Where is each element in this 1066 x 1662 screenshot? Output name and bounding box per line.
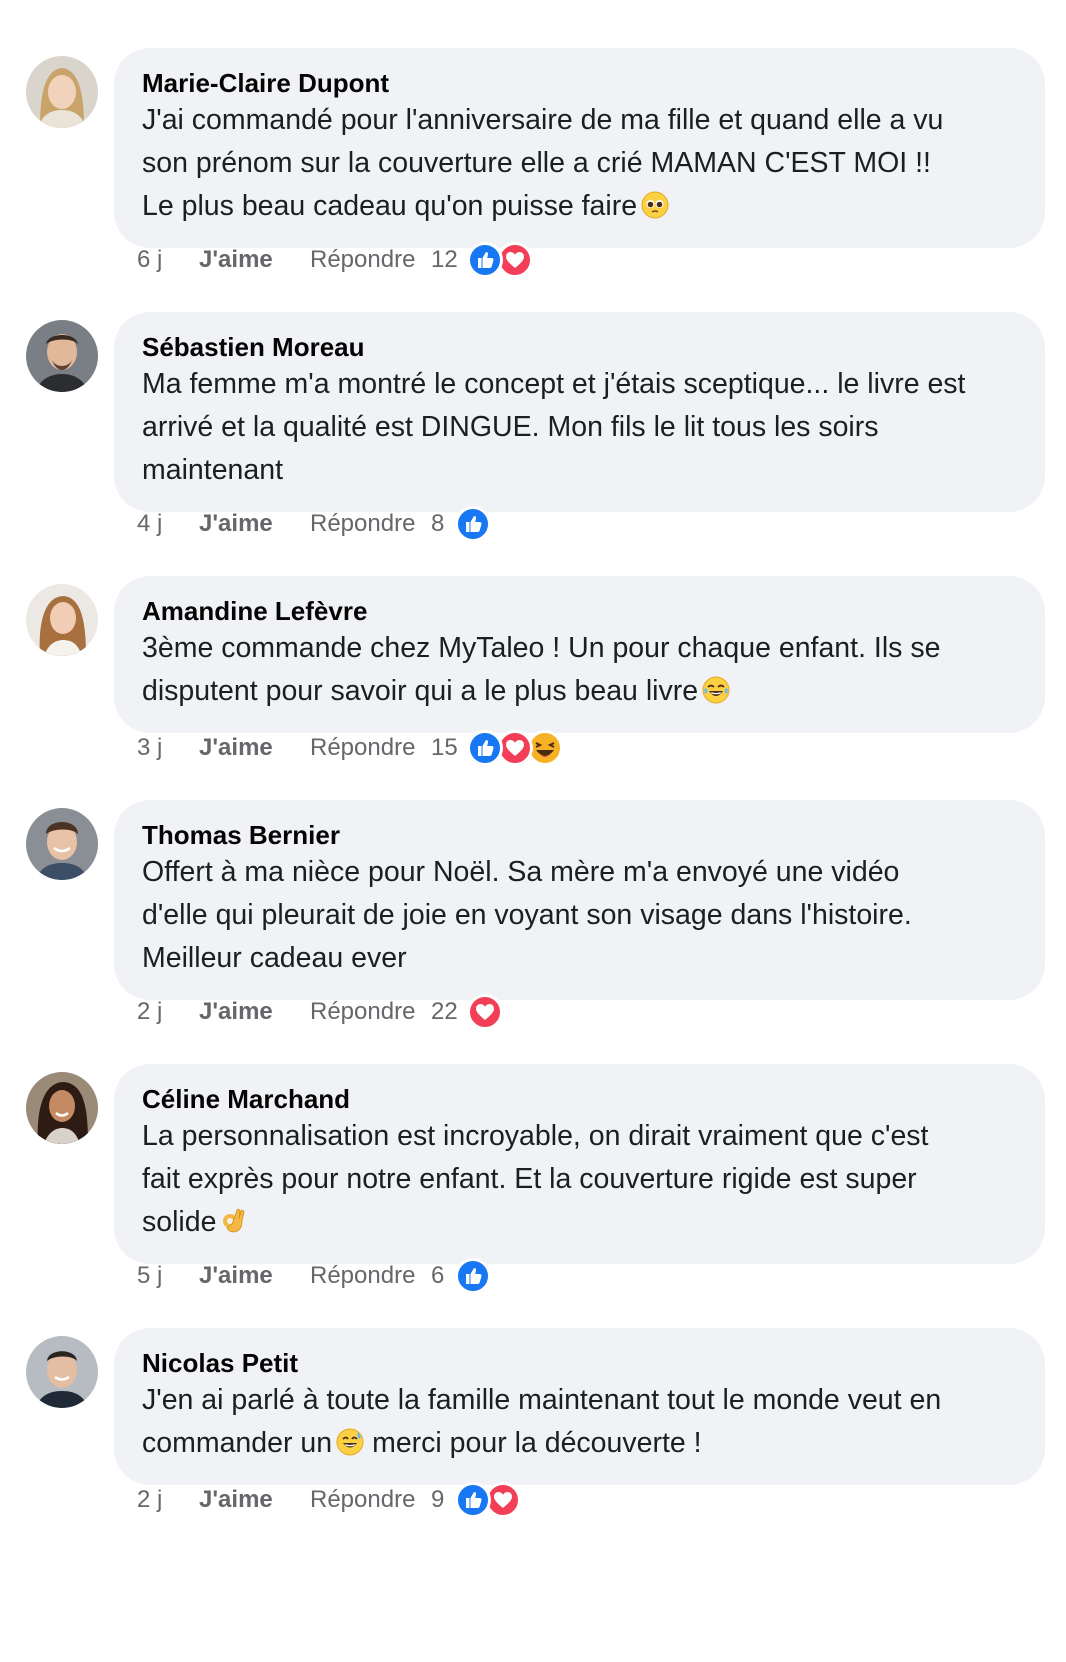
comment-bubble: Marie-Claire Dupont J'ai commandé pour l… bbox=[114, 48, 1045, 248]
avatar[interactable] bbox=[26, 1072, 98, 1144]
comment-line: son prénom sur la couverture elle a crié… bbox=[142, 147, 931, 179]
reaction-count[interactable]: 9 bbox=[431, 1482, 444, 1518]
avatar[interactable] bbox=[26, 56, 98, 128]
comment-time[interactable]: 2 j bbox=[137, 994, 162, 1030]
comment-line: disputent pour savoir qui a le plus beau… bbox=[142, 675, 699, 707]
like-reaction-icon bbox=[455, 506, 491, 542]
comment-bubble: Sébastien Moreau Ma femme m'a montré le … bbox=[114, 312, 1045, 512]
reaction-count[interactable]: 8 bbox=[431, 506, 444, 542]
reply-button[interactable]: Répondre bbox=[310, 730, 415, 766]
avatar-image bbox=[26, 808, 98, 880]
comment-line: 3ème commande chez MyTaleo ! Un pour cha… bbox=[142, 632, 941, 664]
comment-time[interactable]: 4 j bbox=[137, 506, 162, 542]
comment-bubble: Céline Marchand La personnalisation est … bbox=[114, 1064, 1045, 1264]
reply-button[interactable]: Répondre bbox=[310, 242, 415, 278]
comment-text: 3ème commande chez MyTaleo ! Un pour cha… bbox=[142, 627, 1017, 713]
comment-text: La personnalisation est incroyable, on d… bbox=[142, 1115, 1017, 1244]
avatar[interactable] bbox=[26, 808, 98, 880]
comment-line: d'elle qui pleurait de joie en voyant so… bbox=[142, 899, 912, 931]
laughing-tears-emoji bbox=[702, 674, 730, 704]
like-reaction-icon bbox=[467, 242, 503, 278]
ok-hand-emoji bbox=[220, 1205, 248, 1233]
comment-text: J'ai commandé pour l'anniversaire de ma … bbox=[142, 99, 1017, 228]
like-button[interactable]: J'aime bbox=[199, 994, 273, 1030]
comment-line: Meilleur cadeau ever bbox=[142, 942, 407, 974]
reply-button[interactable]: Répondre bbox=[310, 1482, 415, 1518]
comment-line: La personnalisation est incroyable, on d… bbox=[142, 1120, 929, 1152]
pleading-face-emoji bbox=[641, 189, 669, 219]
reaction-count[interactable]: 22 bbox=[431, 994, 458, 1030]
comment-author[interactable]: Marie-Claire Dupont bbox=[142, 67, 1017, 99]
comment-line: arrivé et la qualité est DINGUE. Mon fil… bbox=[142, 411, 879, 443]
avatar-image bbox=[26, 584, 98, 656]
comment-text: J'en ai parlé à toute la famille mainten… bbox=[142, 1379, 1017, 1465]
comment-line: merci pour la découverte ! bbox=[372, 1427, 702, 1459]
love-reaction-icon bbox=[467, 994, 503, 1030]
comment-time[interactable]: 6 j bbox=[137, 242, 162, 278]
comment-author[interactable]: Thomas Bernier bbox=[142, 819, 1017, 851]
avatar-image bbox=[26, 1336, 98, 1408]
avatar[interactable] bbox=[26, 584, 98, 656]
like-button[interactable]: J'aime bbox=[199, 1482, 273, 1518]
comment-time[interactable]: 5 j bbox=[137, 1258, 162, 1294]
reaction-count[interactable]: 12 bbox=[431, 242, 458, 278]
reply-button[interactable]: Répondre bbox=[310, 506, 415, 542]
comment-author[interactable]: Céline Marchand bbox=[142, 1083, 1017, 1115]
comment-text: Offert à ma nièce pour Noël. Sa mère m'a… bbox=[142, 851, 1017, 980]
grinning-sweat-emoji bbox=[336, 1426, 364, 1456]
avatar[interactable] bbox=[26, 320, 98, 392]
reaction-count[interactable]: 15 bbox=[431, 730, 458, 766]
comment-line: J'en ai parlé à toute la famille mainten… bbox=[142, 1384, 942, 1416]
comment-bubble: Thomas Bernier Offert à ma nièce pour No… bbox=[114, 800, 1045, 1000]
reaction-count[interactable]: 6 bbox=[431, 1258, 444, 1294]
comment-time[interactable]: 2 j bbox=[137, 1482, 162, 1518]
like-reaction-icon bbox=[455, 1482, 491, 1518]
comment-line: Le plus beau cadeau qu'on puisse faire bbox=[142, 190, 638, 222]
comment-author[interactable]: Nicolas Petit bbox=[142, 1347, 1017, 1379]
like-reaction-icon bbox=[467, 730, 503, 766]
like-button[interactable]: J'aime bbox=[199, 506, 273, 542]
comment-line: fait exprès pour notre enfant. Et la cou… bbox=[142, 1163, 917, 1195]
avatar-image bbox=[26, 1072, 98, 1144]
like-button[interactable]: J'aime bbox=[199, 1258, 273, 1294]
like-button[interactable]: J'aime bbox=[199, 730, 273, 766]
like-reaction-icon bbox=[455, 1258, 491, 1294]
comment-bubble: Nicolas Petit J'en ai parlé à toute la f… bbox=[114, 1328, 1045, 1485]
comment-bubble: Amandine Lefèvre 3ème commande chez MyTa… bbox=[114, 576, 1045, 733]
comment-text: Ma femme m'a montré le concept et j'étai… bbox=[142, 363, 1017, 492]
comment-line: maintenant bbox=[142, 454, 284, 486]
comment-line: Ma femme m'a montré le concept et j'étai… bbox=[142, 368, 966, 400]
avatar[interactable] bbox=[26, 1336, 98, 1408]
like-button[interactable]: J'aime bbox=[199, 242, 273, 278]
comment-time[interactable]: 3 j bbox=[137, 730, 162, 766]
comment-author[interactable]: Sébastien Moreau bbox=[142, 331, 1017, 363]
avatar-image bbox=[26, 56, 98, 128]
reply-button[interactable]: Répondre bbox=[310, 1258, 415, 1294]
comment-line: Offert à ma nièce pour Noël. Sa mère m'a… bbox=[142, 856, 900, 888]
comment-line: J'ai commandé pour l'anniversaire de ma … bbox=[142, 104, 944, 136]
comment-line: commander un bbox=[142, 1427, 333, 1459]
avatar-image bbox=[26, 320, 98, 392]
reply-button[interactable]: Répondre bbox=[310, 994, 415, 1030]
comment-author[interactable]: Amandine Lefèvre bbox=[142, 595, 1017, 627]
comment-line: solide bbox=[142, 1206, 217, 1238]
